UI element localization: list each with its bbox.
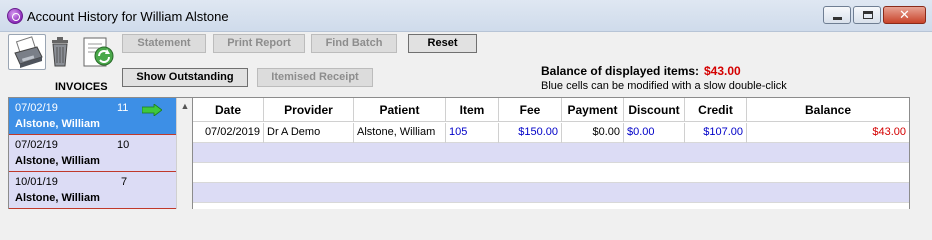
cell-payment: $0.00 [562,123,624,143]
minimize-button[interactable] [823,6,851,24]
title-bar: Account History for William Alstone ✕ [0,0,932,32]
show-outstanding-button[interactable]: Show Outstanding [122,68,248,87]
reset-button[interactable]: Reset [408,34,477,53]
cell-patient: Alstone, William [354,123,446,143]
cell-balance: $43.00 [747,123,909,143]
maximize-icon [863,11,873,19]
print-report-button[interactable]: Print Report [213,34,305,53]
table-row[interactable] [193,163,909,183]
column-header-patient[interactable]: Patient [354,98,446,122]
close-button[interactable]: ✕ [883,6,926,24]
cell-discount[interactable]: $0.00 [624,123,685,143]
cell-fee[interactable]: $150.00 [499,123,562,143]
cell-provider: Dr A Demo [264,123,354,143]
cell-credit[interactable]: $107.00 [685,123,747,143]
app-icon [7,8,23,24]
invoice-count: 7 [121,176,128,188]
close-icon: ✕ [899,7,910,22]
table-row[interactable] [193,183,909,203]
minimize-icon [833,17,842,20]
statement-button[interactable]: Statement [122,34,206,53]
invoice-list-item[interactable]: 07/02/19 11 Alstone, William [9,98,176,135]
invoices-heading: INVOICES [55,81,108,93]
invoice-count: 11 [117,102,129,114]
balance-value: $43.00 [704,64,741,78]
invoice-patient-name: Alstone, William [15,155,100,167]
column-header-provider[interactable]: Provider [264,98,354,122]
invoice-patient-name: Alstone, William [15,118,100,130]
maximize-button[interactable] [853,6,881,24]
invoice-list-item[interactable]: 07/02/19 10 Alstone, William [9,135,176,172]
column-header-credit[interactable]: Credit [685,98,747,122]
batch-icon[interactable] [80,34,118,70]
column-header-item[interactable]: Item [446,98,499,122]
column-header-balance[interactable]: Balance [747,98,909,122]
column-header-date[interactable]: Date [193,98,264,122]
column-header-discount[interactable]: Discount [624,98,685,122]
invoice-date: 10/01/19 [15,176,58,188]
invoice-list[interactable]: 07/02/19 11 Alstone, William 07/02/19 10… [8,97,193,209]
scroll-up-icon[interactable]: ▲ [177,98,192,114]
trash-icon[interactable] [46,34,84,70]
column-header-fee[interactable]: Fee [499,98,562,122]
table-row[interactable]: 07/02/2019 Dr A Demo Alstone, William 10… [193,123,909,143]
cell-date: 07/02/2019 [193,123,264,143]
find-batch-button[interactable]: Find Batch [311,34,397,53]
balance-label: Balance of displayed items: [541,64,700,78]
invoice-count: 10 [117,139,130,151]
printer-icon[interactable] [8,34,46,70]
invoice-date: 07/02/19 [15,139,58,151]
cell-item[interactable]: 105 [446,123,499,143]
arrow-right-icon [141,103,163,117]
invoice-list-scrollbar[interactable]: ▲ [176,98,192,209]
table-row[interactable] [193,143,909,163]
edit-hint: Blue cells can be modified with a slow d… [541,80,787,92]
window-title: Account History for William Alstone [27,9,229,24]
column-header-payment[interactable]: Payment [562,98,624,122]
invoice-date: 07/02/19 [15,102,58,114]
invoice-patient-name: Alstone, William [15,192,100,204]
invoice-list-item[interactable]: 10/01/19 7 Alstone, William [9,172,176,209]
account-history-table: Date Provider Patient Item Fee Payment D… [193,97,910,209]
table-row[interactable] [193,203,909,209]
window-edge [910,97,932,209]
itemised-receipt-button[interactable]: Itemised Receipt [257,68,373,87]
